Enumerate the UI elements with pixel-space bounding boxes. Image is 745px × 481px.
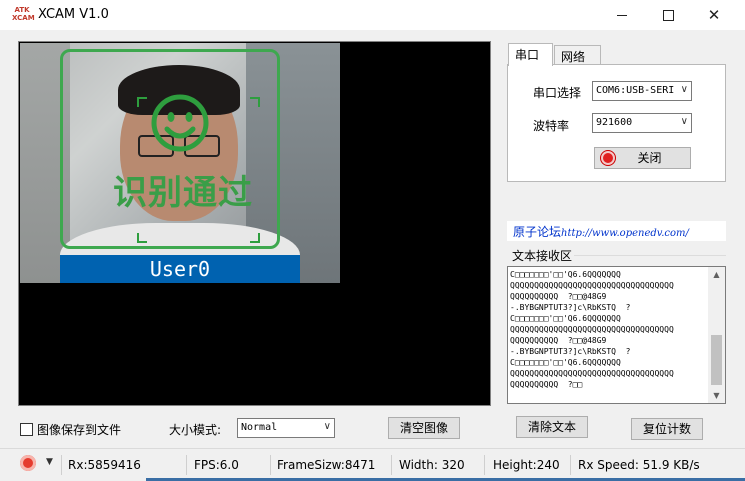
group-divider [574,255,726,256]
port-select[interactable]: COM6:USB-SERI ∨ [592,81,692,101]
save-image-checkbox[interactable] [20,423,33,436]
app-logo-icon: ATK XCAM [12,6,35,22]
scroll-down-icon[interactable]: ▼ [708,388,725,403]
focus-corner [250,233,260,243]
maximize-icon [662,9,674,21]
minimize-button[interactable] [599,0,645,30]
open-close-port-button[interactable]: 关闭 [594,147,691,169]
rx-group-label: 文本接收区 [512,249,573,263]
focus-corner [137,97,147,107]
status-rx-speed: Rx Speed: 51.9 KB/s [578,458,700,472]
status-divider [186,455,187,475]
close-icon: ✕ [707,6,721,24]
video-panel: 识别通过 User0 [18,41,491,406]
rx-scrollbar[interactable]: ▲ ▼ [708,267,725,403]
status-frame-size: FrameSizw:8471 [277,458,376,472]
record-icon [601,151,615,165]
open-close-port-label: 关闭 [637,151,662,165]
scroll-thumb[interactable] [711,335,722,385]
status-divider [570,455,571,475]
clear-image-button[interactable]: 清空图像 [388,417,460,439]
minimize-icon [617,14,627,16]
status-divider [391,455,392,475]
baud-rate-label: 波特率 [533,119,570,133]
port-select-value: COM6:USB-SERI [596,85,675,96]
reset-count-button[interactable]: 复位计数 [631,418,703,440]
focus-corner [250,97,260,107]
chevron-down-icon: ∨ [323,421,331,432]
baud-rate-value: 921600 [596,117,633,128]
serial-tab-panel: 串口选择 COM6:USB-SERI ∨ 波特率 921600 ∨ 关闭 [507,64,726,182]
smiley-icon [151,94,209,152]
record-icon[interactable] [20,455,36,471]
forum-link-text: 原子论坛 [513,225,562,239]
status-height: Height:240 [493,458,560,472]
chevron-down-icon: ∨ [680,116,688,127]
save-image-label: 图像保存到文件 [37,423,122,437]
rx-text-content: C□□□□□□□'□□'Q6.6QQQQQQQ QQQQQQQQQQQQQQQQ… [510,270,674,389]
status-rx-count: Rx:5859416 [68,458,141,472]
forum-link-url: http://www.openedv.com/ [561,228,689,239]
title-bar: ATK XCAM XCAM V1.0 ✕ [0,0,745,30]
forum-link[interactable]: 原子论坛http://www.openedv.com/ [507,221,726,241]
caret-down-icon[interactable]: ▼ [46,457,53,467]
camera-image: 识别通过 User0 [20,43,340,283]
focus-corner [137,233,147,243]
status-divider [484,455,485,475]
clear-text-button[interactable]: 清除文本 [516,416,588,438]
close-button[interactable]: ✕ [691,0,737,30]
chevron-down-icon: ∨ [680,84,688,95]
size-mode-select[interactable]: Normal ∨ [237,418,335,438]
rx-text-area[interactable]: C□□□□□□□'□□'Q6.6QQQQQQQ QQQQQQQQQQQQQQQQ… [507,266,726,404]
window-title: XCAM V1.0 [38,7,109,22]
status-width: Width: 320 [399,458,465,472]
status-divider [61,455,62,475]
size-mode-value: Normal [241,422,278,433]
port-select-label: 串口选择 [533,86,582,100]
tab-serial[interactable]: 串口 [508,43,553,66]
scroll-up-icon[interactable]: ▲ [708,267,725,282]
status-bar: ▼ Rx:5859416 FPS:6.0 FrameSizw:8471 Widt… [0,448,745,481]
baud-rate-select[interactable]: 921600 ∨ [592,113,692,133]
status-fps: FPS:6.0 [194,458,239,472]
status-divider [270,455,271,475]
maximize-button[interactable] [645,0,691,30]
size-mode-label: 大小模式: [169,423,222,437]
user-name-banner: User0 [60,255,300,283]
recognition-status-text: 识别通过 [113,173,253,213]
